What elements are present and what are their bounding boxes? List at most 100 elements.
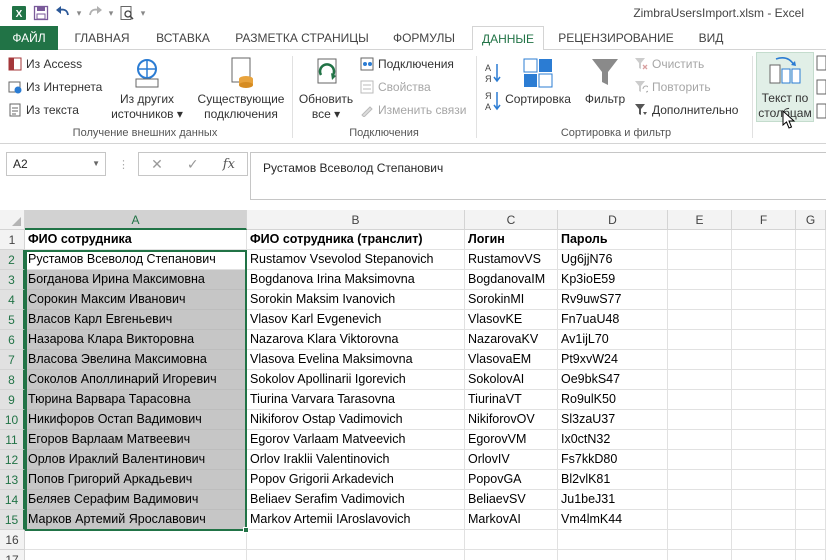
sort-za-icon[interactable]: ЯA [484,90,502,112]
undo-dropdown-icon[interactable]: ▾ [74,8,84,19]
table-cell[interactable] [732,530,796,550]
redo-dropdown-icon[interactable]: ▾ [106,8,116,19]
row-header[interactable]: 12 [0,450,25,470]
table-cell[interactable] [732,430,796,450]
table-cell[interactable]: EgorovVM [465,430,558,450]
table-cell[interactable]: Kp3ioE59 [558,270,668,290]
select-all-button[interactable] [0,210,25,230]
table-cell[interactable]: Egorov Varlaam Matveevich [247,430,465,450]
column-header-b[interactable]: B [247,210,465,230]
table-cell[interactable] [668,530,732,550]
filter-button[interactable]: Фильтр [580,54,630,107]
existing-connections-button[interactable]: Существующие подключения [192,54,290,122]
name-box[interactable]: A2 ▼ [6,152,106,176]
table-cell[interactable] [668,470,732,490]
table-cell[interactable]: Fn7uaU48 [558,310,668,330]
other-sources-button[interactable]: Из других источников ▾ [110,54,184,122]
table-cell[interactable]: Popov Grigorii Arkadevich [247,470,465,490]
table-cell[interactable]: VlasovKE [465,310,558,330]
table-cell[interactable]: Sl3zaU37 [558,410,668,430]
table-cell[interactable]: Rv9uwS77 [558,290,668,310]
row-header[interactable]: 11 [0,430,25,450]
row-header[interactable]: 3 [0,270,25,290]
table-cell[interactable] [668,370,732,390]
header-cell[interactable]: ФИО сотрудника (транслит) [247,230,465,250]
table-cell[interactable]: PopovGA [465,470,558,490]
table-cell[interactable]: BeliaevSV [465,490,558,510]
table-cell[interactable] [796,430,826,450]
table-cell[interactable] [796,490,826,510]
name-box-dropdown-icon[interactable]: ▼ [92,153,100,175]
table-cell[interactable]: Markov Artemii IAroslavovich [247,510,465,530]
tab-home[interactable]: ГЛАВНАЯ [66,26,138,50]
table-cell[interactable] [796,550,826,560]
row-header[interactable]: 6 [0,330,25,350]
table-cell[interactable] [732,490,796,510]
sort-az-icon[interactable]: AЯ [484,62,502,84]
table-cell[interactable]: SokolovAI [465,370,558,390]
table-cell[interactable] [668,550,732,560]
table-cell[interactable]: Orlov Iraklii Valentinovich [247,450,465,470]
fill-handle[interactable] [243,527,249,533]
table-cell[interactable] [796,330,826,350]
row-header[interactable]: 15 [0,510,25,530]
row-header[interactable]: 13 [0,470,25,490]
row-header[interactable]: 16 [0,530,25,550]
table-cell[interactable]: Ug6jjN76 [558,250,668,270]
table-cell[interactable]: Tiurina Varvara Tarasovna [247,390,465,410]
table-cell[interactable]: Власова Эвелина Максимовна [25,350,247,370]
table-cell[interactable] [796,470,826,490]
header-cell[interactable]: Пароль [558,230,668,250]
formula-input[interactable]: Рустамов Всеволод Степанович [250,152,826,200]
header-cell[interactable] [796,230,826,250]
table-cell[interactable] [668,310,732,330]
table-cell[interactable] [796,290,826,310]
table-cell[interactable]: MarkovAI [465,510,558,530]
properties-button[interactable]: Свойства [360,77,431,97]
remove-duplicates-icon[interactable] [816,78,826,96]
table-cell[interactable]: Соколов Аполлинарий Игоревич [25,370,247,390]
table-cell[interactable]: Власов Карл Евгеньевич [25,310,247,330]
table-cell[interactable] [668,410,732,430]
table-cell[interactable]: VlasovaEM [465,350,558,370]
table-cell[interactable]: Oe9bkS47 [558,370,668,390]
advanced-filter-button[interactable]: Дополнительно [634,100,738,120]
table-cell[interactable] [247,530,465,550]
save-icon[interactable] [30,3,52,23]
table-cell[interactable] [558,530,668,550]
table-cell[interactable]: BogdanovaIM [465,270,558,290]
table-cell[interactable] [732,550,796,560]
table-cell[interactable]: Bl2vlK81 [558,470,668,490]
table-cell[interactable]: OrlovIV [465,450,558,470]
column-header-g[interactable]: G [796,210,826,230]
table-cell[interactable] [25,530,247,550]
column-header-d[interactable]: D [558,210,668,230]
enter-icon[interactable]: ✓ [187,156,199,173]
clear-filter-button[interactable]: Очистить [634,54,704,74]
from-access-button[interactable]: Из Access [8,54,82,74]
data-validation-icon[interactable] [816,102,826,120]
table-cell[interactable] [465,530,558,550]
table-cell[interactable]: TiurinaVT [465,390,558,410]
table-cell[interactable]: Vm4lmK44 [558,510,668,530]
formula-bar-splitter-icon[interactable]: ⋮ [118,158,129,171]
header-cell[interactable] [668,230,732,250]
table-cell[interactable] [732,270,796,290]
table-cell[interactable] [668,390,732,410]
table-cell[interactable] [732,330,796,350]
header-cell[interactable] [732,230,796,250]
table-cell[interactable]: Богданова Ирина Максимовна [25,270,247,290]
row-header[interactable]: 8 [0,370,25,390]
table-cell[interactable] [732,510,796,530]
table-cell[interactable] [796,250,826,270]
table-cell[interactable]: Sorokin Maksim Ivanovich [247,290,465,310]
table-cell[interactable] [465,550,558,560]
tab-view[interactable]: ВИД [688,26,734,50]
from-web-button[interactable]: Из Интернета [8,77,102,97]
table-cell[interactable]: Попов Григорий Аркадьевич [25,470,247,490]
table-cell[interactable] [796,510,826,530]
table-cell[interactable]: Орлов Ираклий Валентинович [25,450,247,470]
table-cell[interactable]: Vlasova Evelina Maksimovna [247,350,465,370]
table-cell[interactable] [732,470,796,490]
table-cell[interactable]: Егоров Варлаам Матвеевич [25,430,247,450]
